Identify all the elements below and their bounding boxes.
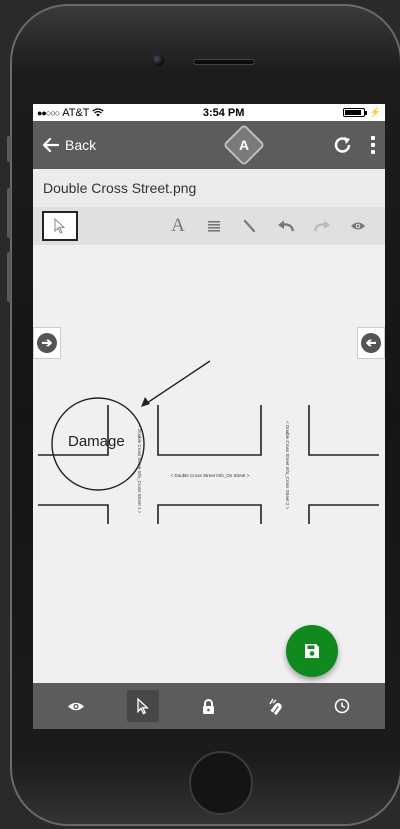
volume-up-button: [7, 188, 11, 238]
volume-down-button: [7, 252, 11, 302]
street-label-cross-1: < Double Cross Street Info_Cross Street …: [137, 425, 142, 514]
arrow-left-circle-icon: ➔: [361, 333, 381, 353]
charging-icon: ⚡: [369, 107, 381, 117]
line-weight-tool-button[interactable]: [196, 211, 232, 241]
street-label-cross-2: < Double Cross Street Info_Cross Street …: [285, 421, 290, 510]
app-logo-icon: A: [222, 123, 265, 167]
status-bar: ●●○○○ AT&T 3:54 PM ⚡: [33, 104, 385, 121]
redo-button[interactable]: [304, 211, 340, 241]
refresh-icon[interactable]: [333, 136, 353, 154]
snap-button[interactable]: [259, 690, 291, 722]
carrier-group: ●●○○○ AT&T: [37, 106, 105, 119]
mute-switch: [7, 136, 11, 162]
preview-toggle-button[interactable]: [340, 211, 376, 241]
pan-left-button[interactable]: ➔: [357, 327, 385, 359]
status-time: 3:54 PM: [202, 106, 245, 119]
file-title: Double Cross Street.png: [33, 169, 385, 207]
lock-button[interactable]: [193, 690, 225, 722]
app-screen: ●●○○○ AT&T 3:54 PM ⚡ Back A Double Cross…: [33, 104, 385, 729]
arrow-right-circle-icon: ➔: [37, 333, 57, 353]
undo-button[interactable]: [268, 211, 304, 241]
home-button[interactable]: [189, 751, 253, 815]
street-label-on: < Double Cross Street Info_On Street >: [170, 473, 250, 478]
wifi-icon: [92, 108, 105, 117]
drawing-toolbar: A: [33, 207, 385, 245]
app-logo-letter: A: [238, 137, 249, 153]
lines-icon: [208, 221, 220, 232]
nav-bar: Back A: [33, 121, 385, 169]
select-tool-button[interactable]: [42, 211, 78, 241]
drawing-canvas[interactable]: Damage < Double Cross Street Info_Cross …: [33, 245, 385, 679]
annotation-arrow-line: [143, 360, 211, 406]
pen-icon: [243, 219, 256, 233]
block-bottom-left-edge: [38, 504, 109, 524]
clock-icon: [334, 698, 350, 714]
bottom-toolbar: [33, 683, 385, 729]
view-mode-button[interactable]: [60, 690, 92, 722]
text-icon: A: [171, 215, 185, 236]
street-diagram: [38, 360, 379, 524]
lock-icon: [203, 698, 215, 714]
pen-tool-button[interactable]: [232, 211, 268, 241]
undo-icon: [278, 220, 295, 232]
history-button[interactable]: [326, 690, 358, 722]
back-label: Back: [65, 137, 97, 153]
save-icon: [305, 644, 319, 658]
signal-strength: ●●○○○: [37, 107, 60, 118]
battery-fill: [344, 110, 361, 115]
back-button[interactable]: Back: [43, 137, 96, 153]
block-top-middle-edge: [157, 405, 262, 456]
pointer-icon: [136, 697, 149, 714]
nav-actions: [333, 136, 375, 154]
earpiece-speaker: [193, 59, 255, 65]
text-tool-button[interactable]: A: [160, 211, 196, 241]
kebab-menu-icon[interactable]: [371, 136, 375, 154]
arrow-left-icon: [43, 138, 59, 152]
front-camera: [152, 54, 164, 66]
eye-icon: [351, 222, 365, 230]
pointer-mode-button[interactable]: [126, 690, 159, 722]
damage-label: Damage: [68, 433, 125, 450]
block-top-right-edge: [308, 405, 379, 456]
magnet-icon: [269, 698, 282, 715]
redo-icon: [313, 220, 330, 232]
battery-icon: [342, 108, 367, 117]
battery-group: ⚡: [342, 107, 381, 118]
block-bottom-middle-edge: [157, 504, 262, 524]
pan-right-button[interactable]: ➔: [33, 327, 61, 359]
eye-icon: [68, 702, 85, 710]
save-fab-button[interactable]: [286, 625, 338, 677]
carrier-name: AT&T: [62, 106, 90, 119]
select-pointer-icon: [54, 218, 66, 234]
block-bottom-right-edge: [308, 504, 379, 524]
